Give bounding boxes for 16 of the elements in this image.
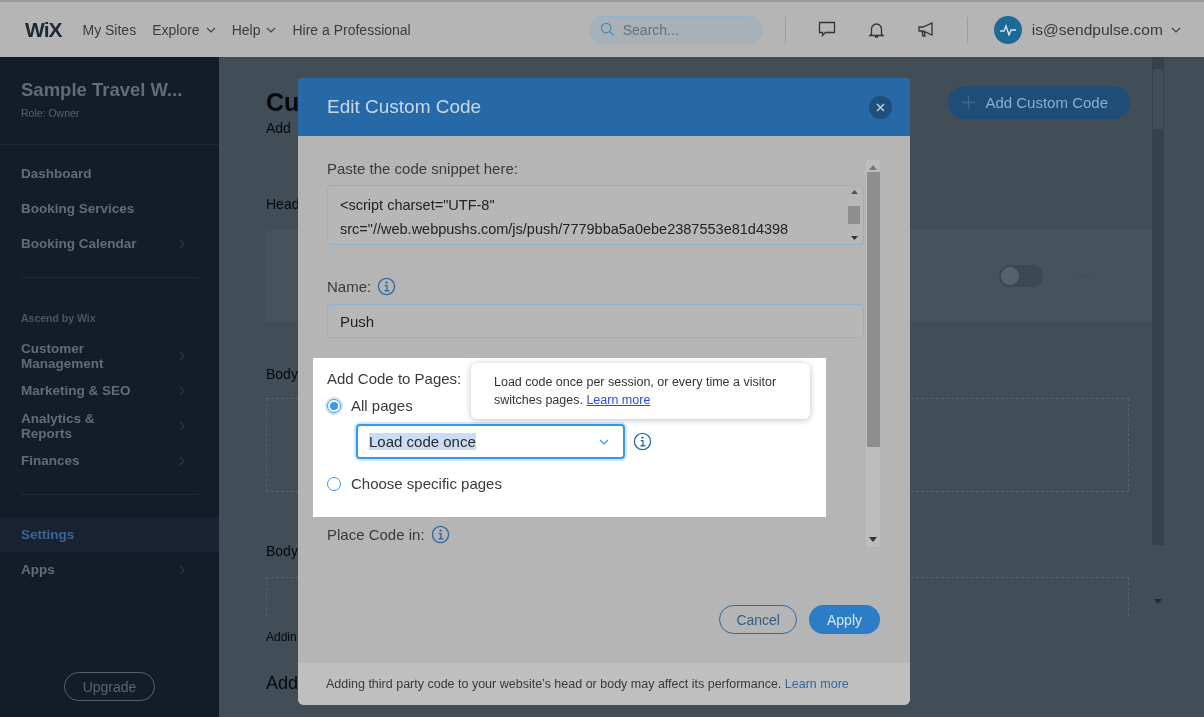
field-label: Name: bbox=[327, 278, 372, 295]
field-label: Place Code in: bbox=[327, 526, 425, 543]
role-label: Role: Owner bbox=[20, 106, 81, 121]
tooltip-text: Load code once per session, or every time a visitor switches pages. Learn more bbox=[494, 375, 777, 407]
section-label: Body bbox=[266, 366, 298, 382]
field-label: Add Code to Pages: bbox=[327, 370, 462, 387]
field-label: Paste the code snippet here: bbox=[327, 160, 519, 177]
note-text: Addin bbox=[266, 630, 297, 644]
section-title: Add bbox=[266, 673, 299, 694]
dialog-title: Edit Custom Code bbox=[327, 96, 482, 118]
section-heading: Ascend by Wix bbox=[20, 311, 97, 326]
footer-note: Adding third party code to your website’s head or body may affect its performance. Learn more bbox=[326, 677, 849, 691]
section-label: Body bbox=[266, 543, 298, 559]
page-subtitle: Add bbox=[266, 120, 291, 136]
site-name: Sample Travel W... bbox=[20, 78, 184, 101]
page-title: Cu bbox=[266, 87, 300, 118]
